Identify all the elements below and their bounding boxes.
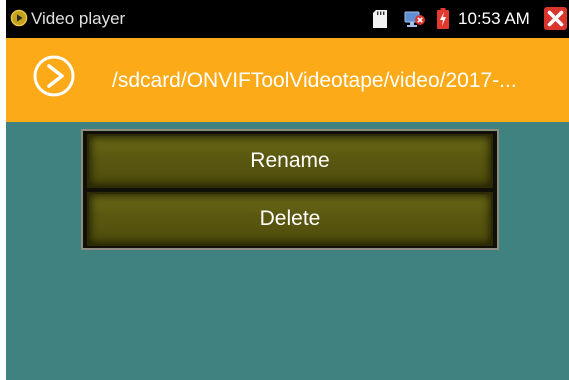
clock: 10:53 AM bbox=[458, 9, 530, 28]
path-bar: /sdcard/ONVIFToolVideotape/video/2017-..… bbox=[6, 38, 569, 122]
delete-button[interactable]: Delete bbox=[87, 192, 493, 246]
context-menu: Rename Delete bbox=[81, 129, 499, 250]
file-path: /sdcard/ONVIFToolVideotape/video/2017-..… bbox=[112, 69, 517, 92]
play-circle-icon[interactable] bbox=[33, 55, 75, 97]
play-circle-icon bbox=[10, 9, 28, 27]
rename-button[interactable]: Rename bbox=[87, 134, 493, 188]
battery-charging-icon bbox=[437, 8, 449, 29]
close-icon[interactable] bbox=[544, 7, 567, 30]
sd-card-icon bbox=[373, 10, 387, 28]
screen: Video player 10:53 AM /sdcard/ONVIFToolV… bbox=[6, 0, 569, 380]
status-bar: Video player 10:53 AM bbox=[6, 0, 569, 38]
app-title: Video player bbox=[31, 9, 126, 28]
network-disconnected-icon bbox=[404, 11, 425, 27]
